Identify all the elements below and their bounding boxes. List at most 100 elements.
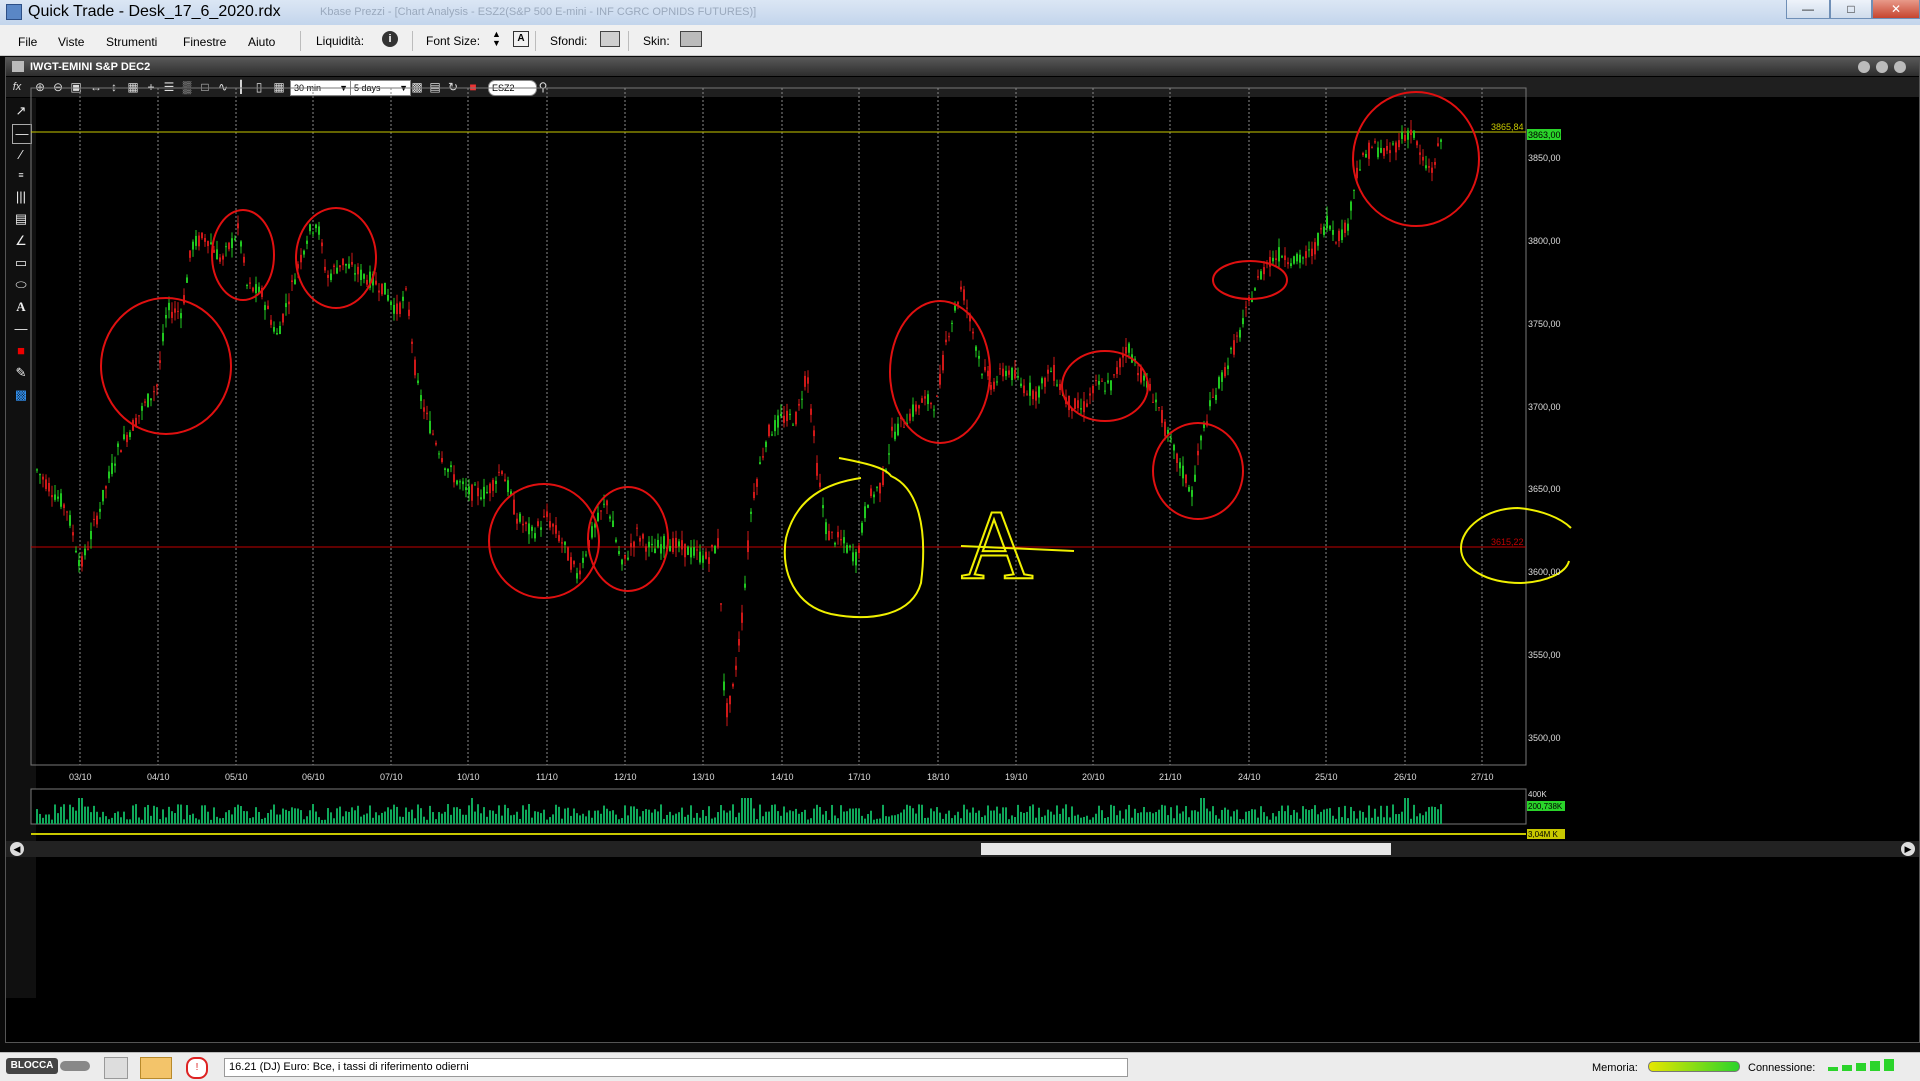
volume-bar [558,806,560,824]
candle-body [1110,380,1112,391]
volume-bar [414,818,416,824]
volume-bar [1305,809,1307,824]
font-size-stepper[interactable]: ▲ ▼ [492,30,501,48]
quote-window-icon[interactable] [140,1057,172,1079]
candle-body [1236,335,1238,337]
font-size-label: Font Size: [426,34,481,48]
scroll-thumb[interactable] [981,843,1391,855]
candle-body [717,538,719,548]
candle-body [1374,141,1376,143]
candle-body [618,551,620,555]
candle-body [1308,249,1310,251]
candle-body [195,235,197,246]
candle-body [939,373,941,385]
candle-body [735,665,737,670]
menu-viste[interactable]: Viste [58,35,84,49]
volume-bar [102,811,104,824]
candle-body [381,283,383,295]
skin-icon[interactable] [680,31,702,47]
volume-bar [429,805,431,824]
candle-body [693,546,695,556]
volume-axis-400k: 400K [1528,790,1547,799]
scroll-left-button[interactable]: ◀ [10,842,24,856]
lock-button[interactable]: BLOCCA [6,1058,58,1074]
candle-body [1014,369,1016,379]
candle-body [1278,247,1280,262]
news-alert-icon[interactable]: ! [186,1057,208,1079]
volume-bar [177,804,179,824]
volume-bar [999,813,1001,824]
scroll-right-button[interactable]: ▶ [1901,842,1915,856]
menu-aiuto[interactable]: Aiuto [248,35,275,49]
candle-body [1107,380,1109,383]
volume-bar [798,813,800,824]
minimize-button[interactable]: — [1786,0,1830,19]
candle-body [645,546,647,552]
volume-bar [489,810,491,824]
volume-bar [579,815,581,824]
candle-body [1386,145,1388,151]
candle-body [864,506,866,519]
date-label: 18/10 [927,772,950,782]
candle-body [279,325,281,335]
candle-body [249,282,251,284]
volume-bar [801,812,803,824]
candle-body [690,547,692,558]
horizontal-scrollbar[interactable]: ◀ ▶ [6,841,1919,857]
menu-file[interactable]: File [18,35,37,49]
candle-body [612,520,614,528]
close-button[interactable]: ✕ [1872,0,1920,19]
volume-bar [963,804,965,824]
volume-bar [954,815,956,824]
volume-bar [42,817,44,824]
info-icon[interactable]: i [382,31,398,47]
volume-bar [1347,818,1349,824]
volume-bar [1257,817,1259,824]
menu-strumenti[interactable]: Strumenti [106,35,157,49]
candle-body [48,483,50,492]
volume-bar [1086,815,1088,824]
volume-bar [1176,805,1178,824]
menu-finestre[interactable]: Finestre [183,35,226,49]
maximize-button[interactable]: □ [1830,0,1872,19]
volume-bar [1146,812,1148,824]
volume-bar [1365,817,1367,824]
volume-bar [36,809,38,824]
volume-bar [1395,814,1397,824]
candle-body [1092,385,1094,394]
annotations: A [100,91,1572,619]
font-icon[interactable]: A [513,31,529,47]
volume-bar [309,810,311,824]
candle-body [1197,450,1199,456]
candle-body [609,516,611,519]
candle-body [222,255,224,260]
volume-bar [1116,815,1118,824]
volume-bar [735,817,737,824]
volume-bar [507,808,509,824]
candle-body [924,396,926,399]
candle-body [903,426,905,428]
candle-body [1326,215,1328,229]
backgrounds-icon[interactable] [600,31,620,47]
volume-bar [390,809,392,824]
volume-bar [1011,815,1013,824]
candle-body [933,409,935,411]
candle-body [255,284,257,294]
volume-bar [615,814,617,824]
candle-body [918,405,920,409]
volume-bar [1044,815,1046,824]
news-ticker[interactable]: 16.21 (DJ) Euro: Bce, i tassi di riferim… [224,1058,1128,1077]
candle-body [1179,462,1181,469]
volume-bar [915,813,917,824]
price-chart[interactable]: A 3850,00 3800,00 3750,00 3700,00 3650,0… [6,58,1919,1042]
printer-icon[interactable] [104,1057,128,1079]
candle-body [1164,421,1166,436]
volume-bar [684,816,686,824]
candle-body [75,550,77,553]
volume-bar [600,813,602,824]
candle-body [1320,228,1322,230]
volume-bar [195,818,197,824]
volume-bar [462,814,464,824]
title-bar: Quick Trade - Desk_17_6_2020.rdx Kbase P… [0,0,1920,25]
candle-body [324,266,326,271]
